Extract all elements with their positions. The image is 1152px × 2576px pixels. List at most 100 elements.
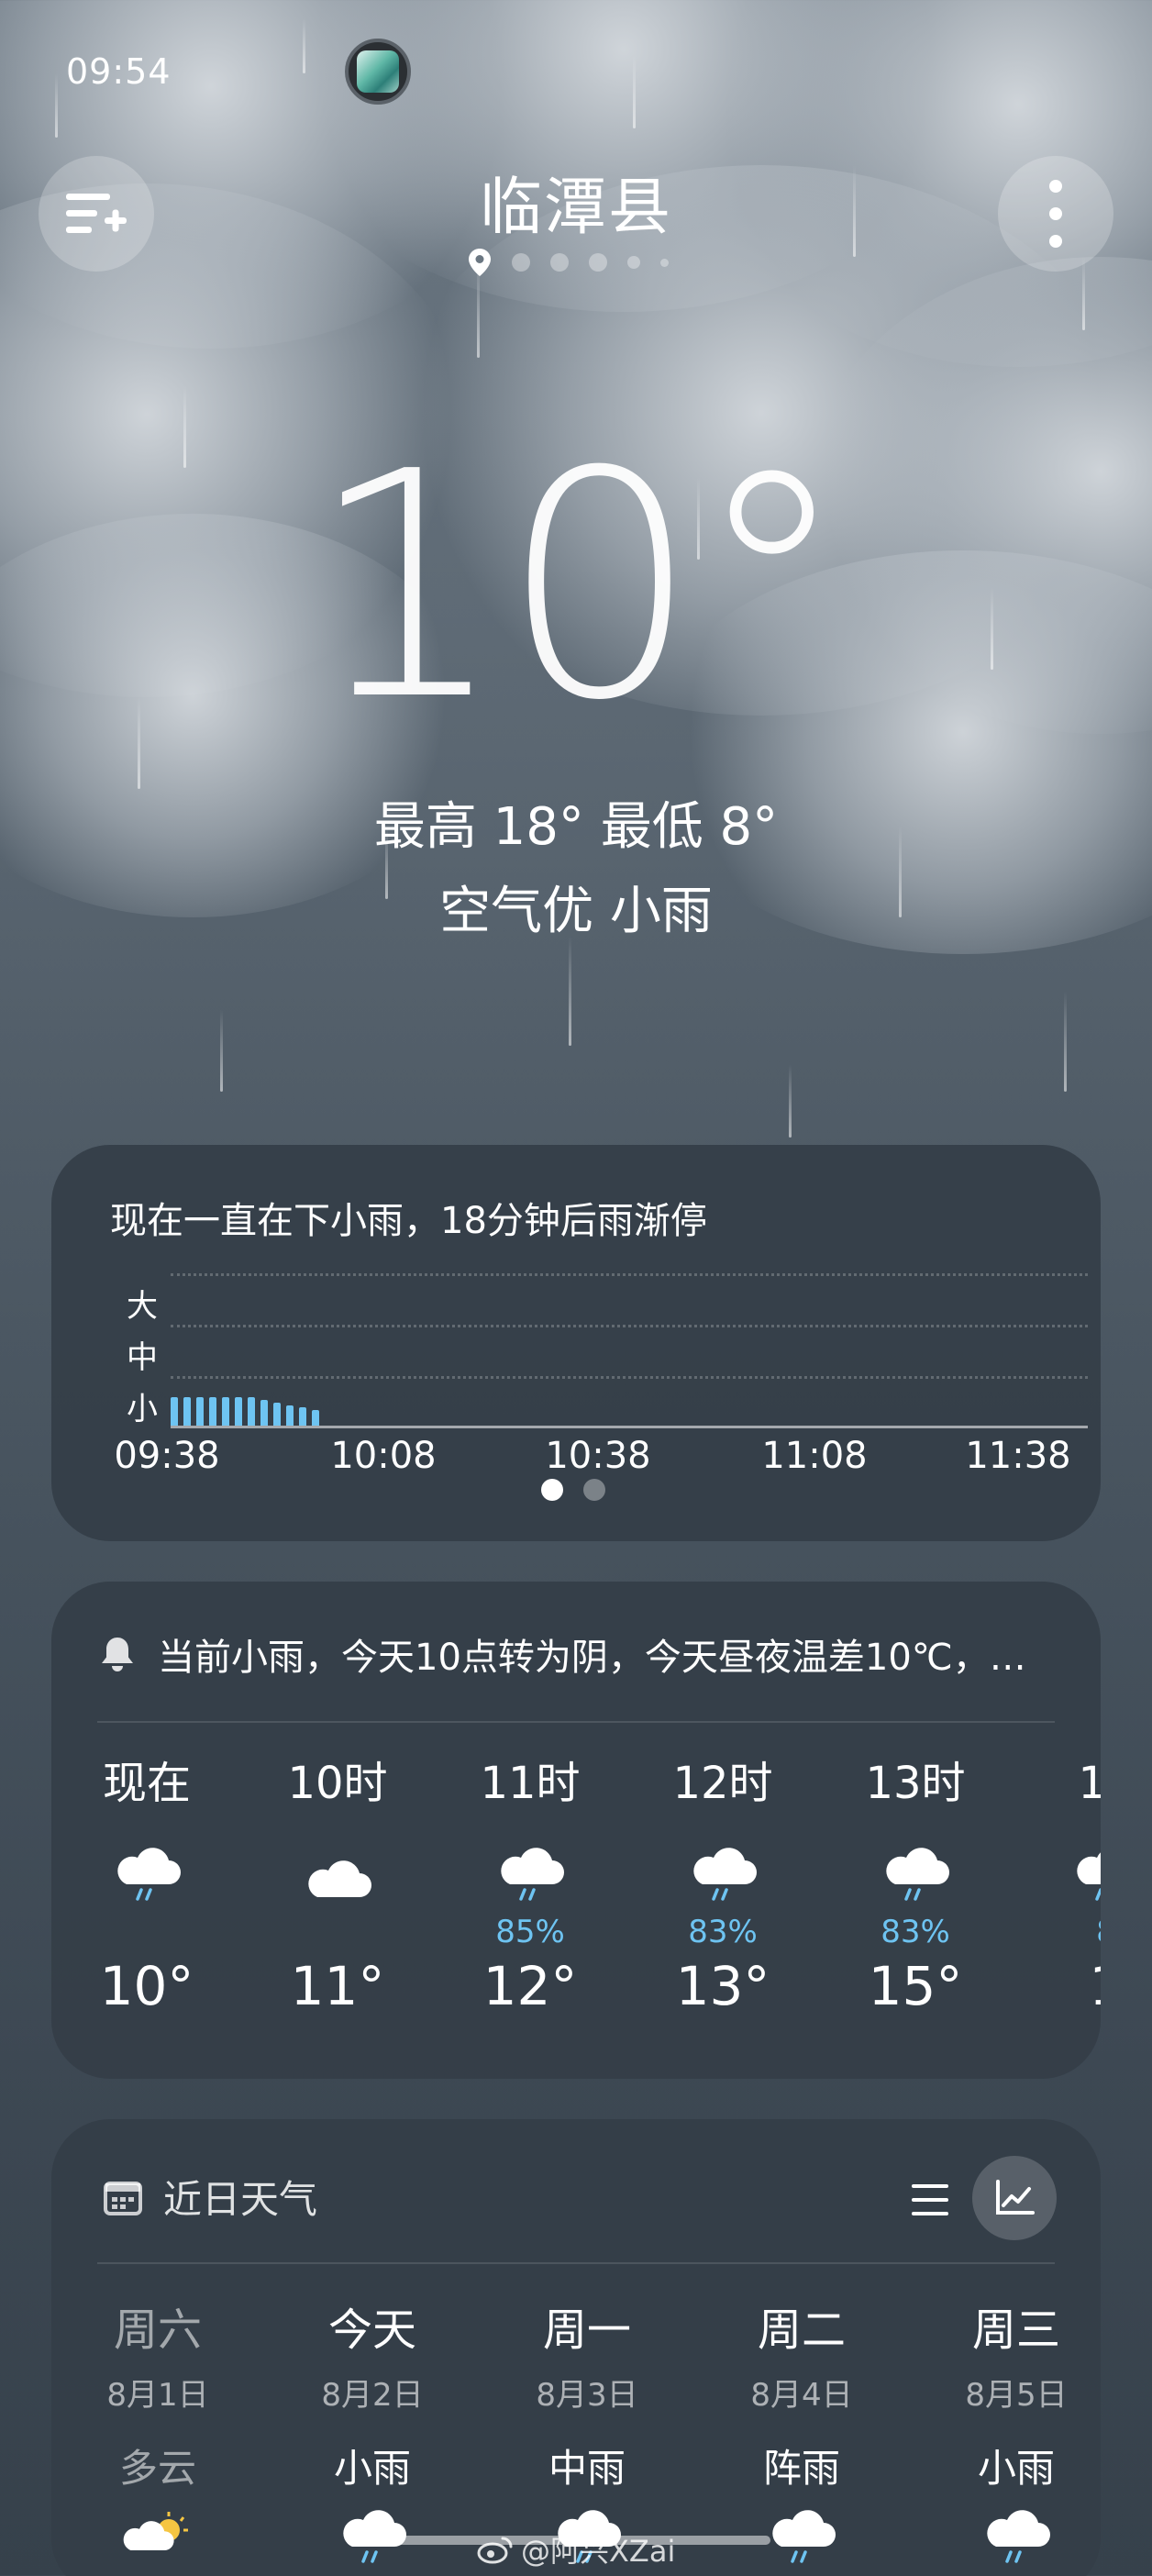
hour-temperature: 11° bbox=[290, 1955, 385, 2017]
day-weather: 多云 bbox=[118, 2446, 196, 2491]
more-options-button[interactable] bbox=[998, 156, 1113, 272]
intensity-label-heavy: 大 bbox=[127, 1288, 158, 1325]
divider bbox=[97, 2262, 1055, 2264]
more-vertical-icon bbox=[1049, 180, 1062, 248]
hour-weather-icon bbox=[55, 1811, 238, 1912]
weather-alert[interactable]: 当前小雨，今天10点转为阴，今天昼夜温差10℃，… bbox=[99, 1627, 1080, 1681]
hour-label: 11时 bbox=[480, 1758, 581, 1809]
raindrop-decoration bbox=[1064, 991, 1067, 1092]
status-time: 09:54 bbox=[66, 51, 172, 92]
raindrop-decoration bbox=[1082, 257, 1085, 330]
hour-temperature: 1 bbox=[1014, 1952, 1101, 2020]
cloud-icon bbox=[308, 1860, 371, 1897]
day-weather: 阵雨 bbox=[762, 2446, 840, 2491]
intensity-label-light: 小 bbox=[127, 1391, 158, 1427]
hour-weather-icon bbox=[631, 1811, 814, 1912]
rain-cloud-icon bbox=[501, 1848, 564, 1901]
time-tick: 10:38 bbox=[545, 1435, 651, 1477]
watermark-text: @阿兴XZai bbox=[521, 2534, 676, 2569]
day-item[interactable]: 周三 8月5日小雨 bbox=[915, 2297, 1101, 2574]
day-name: 周三 bbox=[971, 2304, 1060, 2356]
list-view-button[interactable] bbox=[895, 2165, 965, 2235]
rain-intensity-bar bbox=[260, 1400, 268, 1426]
chart-view-button[interactable] bbox=[972, 2156, 1057, 2240]
hour-item[interactable]: 11时 85% 12° bbox=[438, 1756, 622, 2020]
hour-label: 14 bbox=[1078, 1758, 1101, 1809]
hourly-forecast-card[interactable]: 当前小雨，今天10点转为阴，今天昼夜温差10℃，… 现在 10° 10时 11° 11时… bbox=[51, 1582, 1101, 2079]
card-page-dot[interactable] bbox=[583, 1479, 605, 1501]
day-weather-icon bbox=[915, 2510, 1101, 2574]
hour-precip-probability: 83% bbox=[688, 1914, 758, 1950]
day-name: 周二 bbox=[757, 2304, 846, 2356]
watermark: @阿兴XZai bbox=[477, 2528, 675, 2570]
hour-label: 13时 bbox=[865, 1758, 966, 1809]
intensity-label-medium: 中 bbox=[127, 1339, 158, 1376]
day-item[interactable]: 今天 8月2日 小雨 bbox=[271, 2297, 473, 2574]
partly-cloudy-icon bbox=[123, 2512, 188, 2550]
rain-intensity-bar bbox=[299, 1407, 306, 1426]
hour-weather-icon bbox=[824, 1811, 1007, 1912]
day-item[interactable]: 周二 8月4日 阵雨 bbox=[701, 2297, 903, 2574]
raindrop-decoration bbox=[789, 1064, 792, 1138]
day-name: 周一 bbox=[542, 2304, 631, 2356]
rain-cloud-icon bbox=[987, 2510, 1050, 2563]
day-name: 周六 bbox=[113, 2304, 202, 2356]
time-tick: 11:08 bbox=[761, 1435, 868, 1477]
weibo-icon bbox=[477, 2537, 513, 2564]
day-date: 8月5日 bbox=[965, 2377, 1068, 2414]
hour-temperature: 13° bbox=[675, 1955, 770, 2017]
raindrop-decoration bbox=[569, 936, 571, 1046]
rain-intensity-bar bbox=[312, 1410, 319, 1426]
hourly-list[interactable]: 现在 10° 10时 11° 11时 85% 12° 12时 83% 13° 13时 83% 15° 14… bbox=[51, 1756, 1101, 2049]
hour-item[interactable]: 10时 11° bbox=[246, 1756, 429, 2020]
rain-cloud-icon bbox=[693, 1848, 757, 1901]
hour-item[interactable]: 现在 10° bbox=[55, 1756, 238, 2020]
hour-weather-icon bbox=[246, 1811, 429, 1912]
bell-icon bbox=[102, 1638, 133, 1671]
hour-precip-probability bbox=[55, 1912, 238, 1952]
day-weather: 小雨 bbox=[977, 2446, 1055, 2491]
divider bbox=[97, 1721, 1055, 1723]
rain-intensity-bar bbox=[209, 1397, 216, 1426]
hour-item[interactable]: 14 81 bbox=[1014, 1756, 1101, 2020]
time-tick: 11:38 bbox=[965, 1435, 1071, 1477]
page-dot bbox=[512, 253, 530, 272]
hour-weather-icon bbox=[438, 1811, 622, 1912]
raindrop-decoration bbox=[303, 18, 305, 73]
hour-temperature: 15° bbox=[868, 1955, 963, 2017]
card-page-dot-active[interactable] bbox=[541, 1479, 563, 1501]
rain-cloud-icon bbox=[117, 1848, 181, 1901]
raindrop-decoration bbox=[633, 55, 636, 128]
hour-precip-probability: 83% bbox=[881, 1914, 950, 1950]
rain-cloud-icon bbox=[886, 1848, 949, 1901]
list-icon bbox=[912, 2184, 948, 2215]
daily-forecast-card[interactable]: 近日天气 周六 8月1日 多云 今天 8月2日 小雨 周一 8月3日 中雨 周二 8月4日 阵雨 周三 8… bbox=[51, 2119, 1101, 2576]
rain-intensity-bar bbox=[183, 1397, 191, 1426]
page-dot bbox=[589, 253, 607, 272]
hour-item[interactable]: 13时 83% 15° bbox=[824, 1756, 1007, 2020]
raindrop-decoration bbox=[220, 1009, 223, 1092]
location-pin-icon bbox=[469, 249, 491, 276]
grid-line bbox=[171, 1325, 1088, 1327]
time-tick: 09:38 bbox=[114, 1435, 220, 1477]
rain-intensity-bar bbox=[286, 1405, 294, 1426]
hour-label: 12时 bbox=[672, 1758, 773, 1809]
page-dot bbox=[550, 253, 569, 272]
hour-precip-probability bbox=[246, 1912, 429, 1952]
rain-intensity-bar bbox=[248, 1397, 255, 1426]
rain-intensity-bar bbox=[196, 1397, 204, 1426]
alert-text: 当前小雨，今天10点转为阴，今天昼夜温差10℃，… bbox=[158, 1637, 1026, 1679]
calendar-icon bbox=[104, 2181, 142, 2215]
hour-weather-icon bbox=[1014, 1811, 1101, 1912]
day-item[interactable]: 周六 8月1日 多云 bbox=[57, 2297, 259, 2574]
day-weather-icon bbox=[57, 2510, 259, 2574]
hour-label: 10时 bbox=[287, 1758, 388, 1809]
day-name: 今天 bbox=[327, 2304, 416, 2356]
rain-intensity-bar bbox=[222, 1397, 229, 1426]
hour-item[interactable]: 12时 83% 13° bbox=[631, 1756, 814, 2020]
rain-intensity-bar bbox=[171, 1397, 178, 1426]
rain-forecast-card[interactable]: 现在一直在下小雨，18分钟后雨渐停 大 中 小 09:38 10:08 10:3… bbox=[51, 1145, 1101, 1541]
grid-line bbox=[171, 1273, 1088, 1276]
hour-label: 现在 bbox=[102, 1758, 191, 1809]
city-name: 临潭县 bbox=[479, 172, 672, 244]
